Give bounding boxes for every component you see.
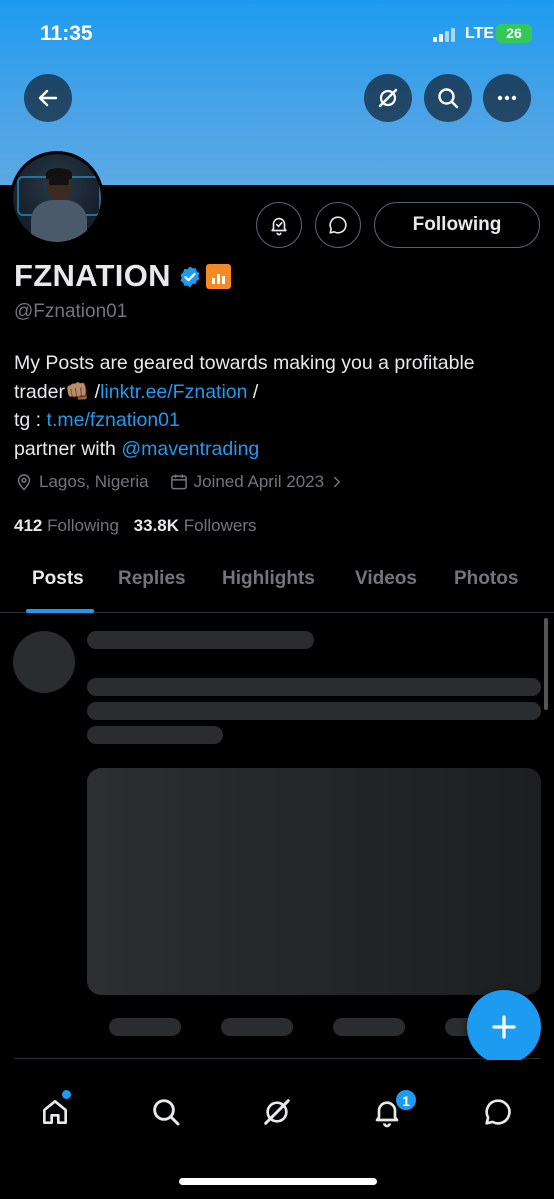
- skeleton-action: [109, 1018, 181, 1036]
- tab-posts[interactable]: Posts: [32, 568, 84, 590]
- bio-line-4: partner with @maventrading: [14, 437, 260, 460]
- tab-photos[interactable]: Photos: [454, 568, 518, 590]
- calendar-icon: [170, 474, 187, 490]
- battery-icon: 26: [496, 24, 532, 43]
- bio-line-2: trader👊🏽 /linktr.ee/Fznation /: [14, 380, 259, 403]
- skeleton-line: [87, 702, 541, 720]
- location-text: Lagos, Nigeria: [39, 472, 149, 491]
- followers-stat[interactable]: 33.8K Followers: [134, 516, 257, 535]
- following-button[interactable]: Following: [374, 202, 540, 248]
- bio-line-3: tg : t.me/fznation01: [14, 409, 180, 431]
- network-type: LTE: [465, 25, 495, 42]
- skeleton-media: [87, 768, 541, 995]
- avatar[interactable]: [10, 151, 104, 245]
- display-name: FZNATION: [14, 258, 171, 293]
- notify-button[interactable]: [256, 202, 302, 248]
- plus-icon: [492, 1015, 516, 1039]
- joined-text: Joined April 2023: [193, 472, 325, 491]
- back-arrow-icon: [38, 89, 58, 107]
- notification-count-badge: 1: [395, 1089, 417, 1111]
- search-icon: [438, 88, 459, 109]
- location-pin-icon: [17, 474, 31, 491]
- bio-line-1: My Posts are geared towards making you a…: [14, 352, 475, 374]
- skeleton-line: [87, 726, 223, 744]
- home-unread-dot: [62, 1090, 71, 1099]
- back-button[interactable]: [24, 74, 72, 122]
- skeleton-line: [87, 678, 541, 696]
- follow-stats: 412 Following 33.8K Followers: [14, 516, 257, 536]
- following-stat[interactable]: 412 Following: [14, 516, 119, 535]
- more-button[interactable]: [483, 74, 531, 122]
- battery-level: 26: [506, 25, 522, 41]
- skeleton-action: [333, 1018, 405, 1036]
- tab-replies[interactable]: Replies: [118, 568, 186, 590]
- linktree-link[interactable]: linktr.ee/Fznation: [100, 381, 247, 403]
- scrollbar[interactable]: [544, 618, 548, 710]
- telegram-link[interactable]: t.me/fznation01: [47, 409, 180, 431]
- skeleton-line: [87, 631, 314, 649]
- chevron-right-icon: [334, 476, 341, 488]
- more-icon: [497, 95, 517, 101]
- nav-messages[interactable]: [478, 1092, 518, 1132]
- notification-bell-icon: [271, 217, 287, 236]
- grok-button[interactable]: [364, 74, 412, 122]
- bio: My Posts are geared towards making you a…: [14, 349, 544, 463]
- home-icon: [43, 1100, 67, 1124]
- joined-date[interactable]: Joined April 2023: [169, 472, 351, 492]
- messages-icon: [485, 1099, 511, 1125]
- affiliate-badge-icon[interactable]: [206, 264, 231, 289]
- skeleton-avatar: [13, 631, 75, 693]
- status-time: 11:35: [40, 22, 93, 45]
- nav-search[interactable]: [146, 1092, 186, 1132]
- divider: [14, 1058, 540, 1059]
- profile-meta: Lagos, Nigeria Joined April 2023: [14, 472, 371, 492]
- location: Lagos, Nigeria: [14, 472, 149, 492]
- search-icon: [153, 1099, 180, 1126]
- tab-videos[interactable]: Videos: [355, 568, 417, 590]
- search-button[interactable]: [424, 74, 472, 122]
- nav-grok[interactable]: [257, 1092, 297, 1132]
- handle: @Fznation01: [14, 301, 128, 322]
- verified-badge-icon: [180, 266, 200, 288]
- mention-link[interactable]: @maventrading: [121, 438, 259, 460]
- active-tab-indicator: [26, 609, 94, 613]
- message-button[interactable]: [315, 202, 361, 248]
- message-icon: [329, 216, 347, 234]
- compose-button[interactable]: [467, 990, 541, 1064]
- avatar-image: [13, 154, 101, 242]
- signal-icon: [433, 28, 459, 42]
- tab-highlights[interactable]: Highlights: [222, 568, 315, 590]
- grok-icon: [264, 1099, 290, 1125]
- profile-tabs: Posts Replies Highlights Videos Photos: [0, 556, 554, 613]
- skeleton-action: [221, 1018, 293, 1036]
- status-bar: 11:35 LTE 26: [0, 0, 554, 70]
- home-indicator[interactable]: [179, 1178, 377, 1185]
- grok-icon: [378, 88, 398, 108]
